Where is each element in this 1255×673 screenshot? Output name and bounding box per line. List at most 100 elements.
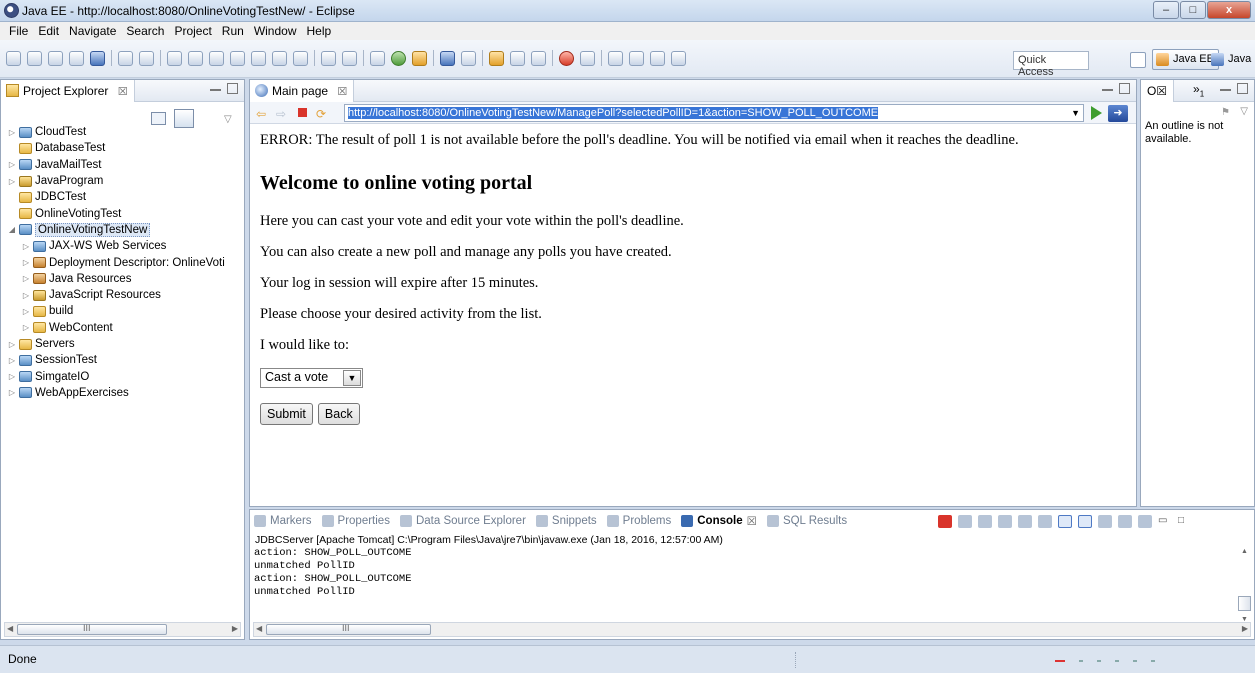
annotation-icon[interactable] — [580, 50, 595, 66]
tab-markers[interactable]: Markers — [254, 514, 312, 528]
external-tools-icon[interactable] — [412, 50, 427, 66]
tree-item-webappexercises[interactable]: ▷ WebAppExercises — [7, 385, 225, 401]
url-input[interactable]: http://localhost:8080/OnlineVotingTestNe… — [344, 104, 1084, 122]
menu-project[interactable]: Project — [169, 24, 216, 38]
tree-item-webcontent[interactable]: ▷ WebContent — [7, 320, 225, 336]
close-tab-icon[interactable]: ☒ — [747, 514, 757, 528]
stop-icon[interactable] — [298, 108, 307, 117]
console-output[interactable]: action: SHOW_POLL_OUTCOME unmatched PollI… — [254, 547, 1234, 603]
scrollbar-thumb[interactable]: III — [266, 623, 431, 635]
close-tab-icon[interactable]: ☒ — [337, 86, 347, 98]
back-button[interactable]: Back — [317, 403, 360, 425]
submit-button[interactable]: Submit — [260, 403, 313, 425]
minimize-view-icon[interactable] — [1102, 87, 1113, 91]
previous-annotation-icon[interactable] — [629, 50, 644, 66]
console-horizontal-scrollbar[interactable]: ◀ III ▶ — [253, 622, 1251, 637]
menu-file[interactable]: File — [4, 24, 33, 38]
tree-item-onlinevotingtest[interactable]: OnlineVotingTest — [7, 205, 225, 221]
perspective-java[interactable]: Java — [1207, 49, 1255, 70]
tab-project-explorer[interactable]: Project Explorer ☒ — [1, 80, 135, 102]
scroll-up-icon[interactable]: ▲ — [1241, 548, 1248, 555]
print-icon[interactable] — [69, 50, 84, 66]
tree-item-onlinevotingtestnew[interactable]: ◢ OnlineVotingTestNew — [7, 222, 225, 238]
tab-snippets[interactable]: Snippets — [535, 514, 597, 528]
tab-outline[interactable]: O☒ — [1141, 80, 1175, 102]
remove-all-terminated-icon[interactable] — [978, 515, 992, 528]
view-menu-icon[interactable]: ▽ — [224, 114, 238, 125]
tab-sql-results[interactable]: SQL Results — [766, 514, 847, 528]
maximize-view-icon[interactable] — [1237, 83, 1248, 94]
search-icon[interactable] — [531, 50, 546, 66]
step-into-icon[interactable] — [251, 50, 266, 66]
tree-item-java-resources[interactable]: ▷ Java Resources — [7, 271, 225, 287]
maximize-view-icon[interactable]: □ — [1178, 515, 1192, 528]
tree-item-jdbctest[interactable]: JDBCTest — [7, 189, 225, 205]
tab-main-page[interactable]: Main page ☒ — [250, 80, 355, 102]
scroll-right-icon[interactable]: ▶ — [232, 624, 238, 633]
terminate-icon[interactable] — [938, 515, 952, 528]
menu-edit[interactable]: Edit — [33, 24, 64, 38]
scroll-lock-icon[interactable] — [1018, 515, 1032, 528]
tree-item-jax-ws[interactable]: ▷ JAX-WS Web Services — [7, 238, 225, 254]
skip-breakpoints-icon[interactable] — [139, 50, 154, 66]
tree-item-build[interactable]: ▷ build — [7, 303, 225, 319]
open-task-icon[interactable] — [559, 50, 574, 66]
tab-data-source-explorer[interactable]: Data Source Explorer — [399, 514, 526, 528]
scroll-left-icon[interactable]: ◀ — [256, 624, 262, 633]
url-history-dropdown-icon[interactable]: ▼ — [1071, 108, 1080, 118]
minimize-button[interactable]: – — [1153, 1, 1179, 19]
debug-icon[interactable] — [370, 50, 385, 66]
resume-icon[interactable] — [167, 50, 182, 66]
tab-console[interactable]: Console ☒ — [681, 514, 757, 528]
tree-item-sessiontest[interactable]: ▷ SessionTest — [7, 352, 225, 368]
open-type-icon[interactable] — [489, 50, 504, 66]
maximize-view-icon[interactable] — [1119, 83, 1130, 94]
tree-item-javaprogram[interactable]: ▷ JavaProgram — [7, 173, 225, 189]
scroll-right-icon[interactable]: ▶ — [1242, 624, 1248, 633]
show-on-stderr-icon[interactable] — [1078, 515, 1092, 528]
menu-run[interactable]: Run — [217, 24, 249, 38]
remove-launch-icon[interactable] — [958, 515, 972, 528]
maximize-button[interactable]: □ — [1180, 1, 1206, 19]
show-on-stdout-icon[interactable] — [1058, 515, 1072, 528]
scroll-left-icon[interactable]: ◀ — [7, 624, 13, 633]
step-over-icon[interactable] — [272, 50, 287, 66]
display-selected-console-icon[interactable] — [1118, 515, 1132, 528]
tab-problems[interactable]: Problems — [606, 514, 671, 528]
back-arrow-icon[interactable]: ⇦ — [256, 107, 268, 121]
tree-item-javascript-resources[interactable]: ▷ JavaScript Resources — [7, 287, 225, 303]
menu-search[interactable]: Search — [121, 24, 169, 38]
scrollbar-thumb[interactable] — [1238, 596, 1251, 611]
use-step-filters-icon[interactable] — [342, 50, 357, 66]
explorer-horizontal-scrollbar[interactable]: ◀ III ▶ — [4, 622, 241, 637]
view-menu-icon[interactable]: ▽ — [1240, 106, 1248, 117]
tree-item-servers[interactable]: ▷ Servers — [7, 336, 225, 352]
tree-item-deployment-descriptor[interactable]: ▷ Deployment Descriptor: OnlineVoti — [7, 254, 225, 270]
tab-properties[interactable]: Properties — [321, 514, 390, 528]
menu-navigate[interactable]: Navigate — [64, 24, 121, 38]
next-annotation-icon[interactable] — [608, 50, 623, 66]
new-java-project-icon[interactable] — [440, 50, 455, 66]
quick-access-input[interactable]: Quick Access — [1013, 51, 1089, 78]
run-icon[interactable] — [391, 50, 406, 66]
forward-icon[interactable] — [671, 50, 686, 66]
focus-icon[interactable] — [202, 114, 216, 124]
go-icon[interactable] — [1091, 106, 1102, 120]
activity-select[interactable]: Cast a vote ▼ — [260, 368, 363, 388]
suspend-icon[interactable] — [188, 50, 203, 66]
minimize-view-icon[interactable]: ▭ — [1158, 515, 1172, 528]
step-return-icon[interactable] — [293, 50, 308, 66]
tree-item-javamailtest[interactable]: ▷ JavaMailTest — [7, 157, 225, 173]
chevron-down-icon[interactable]: ▼ — [343, 370, 361, 386]
tree-item-databasetest[interactable]: DatabaseTest — [7, 140, 225, 156]
open-console-icon[interactable] — [1138, 515, 1152, 528]
console-view-icon[interactable] — [118, 50, 133, 66]
clear-console-icon[interactable] — [998, 515, 1012, 528]
more-views-chevron-icon[interactable]: »1 — [1193, 82, 1204, 98]
new-icon[interactable] — [6, 50, 21, 66]
close-tab-icon[interactable]: ☒ — [118, 86, 128, 98]
focus-icon[interactable]: ⚑ — [1221, 107, 1230, 118]
save-all-icon[interactable] — [48, 50, 63, 66]
back-icon[interactable] — [650, 50, 665, 66]
maximize-view-icon[interactable] — [227, 83, 238, 94]
